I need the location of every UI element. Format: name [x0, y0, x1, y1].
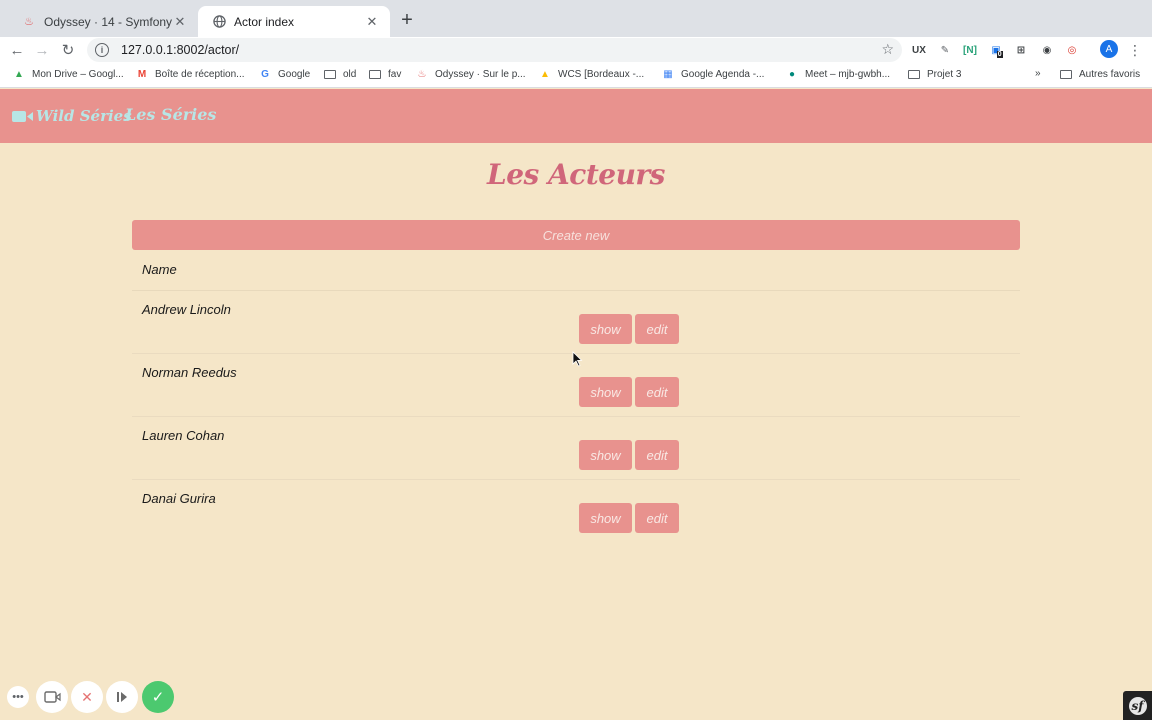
close-tab-icon[interactable]: ✕	[364, 14, 380, 30]
edit-button[interactable]: edit	[635, 377, 679, 407]
bookmark-label: Mon Drive – Googl...	[32, 68, 124, 80]
pen-extension-icon[interactable]: ✎	[936, 41, 954, 59]
bookmark-item[interactable]: old	[323, 68, 356, 80]
mask-extension-icon[interactable]: ◉	[1038, 41, 1056, 59]
actor-name: Lauren Cohan	[142, 428, 225, 443]
bookmark-item[interactable]: fav	[368, 68, 401, 80]
finish-recording-icon[interactable]: ✓	[142, 681, 174, 713]
row-actions: show edit	[579, 314, 679, 344]
bookmark-item[interactable]: ● Meet – mjb-gwbh...	[785, 68, 890, 80]
bookmark-label: old	[343, 68, 357, 80]
odyssey-icon: ♨	[417, 68, 427, 80]
folder-icon	[1059, 68, 1073, 80]
table-row: Danai Gurira show edit	[132, 480, 1020, 543]
show-button[interactable]: show	[579, 377, 632, 407]
bookmark-label: fav	[388, 68, 402, 80]
other-bookmarks[interactable]: Autres favoris	[1059, 68, 1140, 80]
bookmark-star-icon[interactable]: ☆	[881, 41, 894, 58]
site-info-icon[interactable]: i	[95, 43, 109, 57]
brand-link[interactable]: Wild Séries	[12, 107, 132, 125]
n-extension-icon[interactable]: [N]	[961, 41, 979, 59]
profile-avatar[interactable]: A	[1100, 40, 1118, 58]
folder-icon	[323, 68, 337, 80]
mouse-cursor-icon	[572, 351, 583, 367]
cancel-recording-icon[interactable]: ✕	[71, 681, 103, 713]
bookmark-label: Google Agenda -...	[681, 68, 765, 80]
back-icon[interactable]: ←	[7, 40, 27, 60]
bookmark-label: Odyssey · Sur le p...	[435, 68, 526, 80]
new-tab-button[interactable]: +	[396, 9, 418, 31]
nav-link-series[interactable]: Les Séries	[125, 105, 216, 124]
more-menu-icon[interactable]: ⋮	[1128, 40, 1142, 60]
edit-button[interactable]: edit	[635, 440, 679, 470]
actor-name: Norman Reedus	[142, 365, 237, 380]
browser-toolbar: ← → ↻ i 127.0.0.1:8002/actor/ ☆ UX ✎ [N]…	[0, 37, 1152, 63]
bookmark-item[interactable]: ♨ Odyssey · Sur le p...	[415, 68, 526, 80]
reload-icon[interactable]: ↻	[58, 40, 78, 60]
tab-actor-index[interactable]: Actor index ✕	[198, 6, 390, 37]
bookmark-item[interactable]: ▦ Google Agenda -...	[661, 68, 764, 80]
bookmark-item[interactable]: ▲ WCS [Bordeaux -...	[538, 68, 644, 80]
bookmark-item[interactable]: G Google	[258, 68, 310, 80]
address-bar[interactable]: i 127.0.0.1:8002/actor/ ☆	[87, 38, 902, 62]
bookmark-item[interactable]: Projet 3	[907, 68, 961, 80]
symfony-logo-icon: sf	[1128, 696, 1147, 715]
video-camera-icon	[12, 110, 33, 122]
close-tab-icon[interactable]: ✕	[172, 14, 188, 30]
browser-tab-bar: ♨ Odyssey · 14 - Symfony : Doctr ✕ Actor…	[0, 0, 1152, 37]
extension-badge: 0	[996, 50, 1003, 58]
table-row: Andrew Lincoln show edit	[132, 291, 1020, 354]
ux-extension-icon[interactable]: UX	[910, 41, 928, 59]
row-actions: show edit	[579, 503, 679, 533]
resume-icon[interactable]	[106, 681, 138, 713]
bookmarks-bar: ▲ Mon Drive – Googl... M Boîte de récept…	[0, 63, 1152, 88]
symfony-toolbar-toggle[interactable]: sf	[1123, 691, 1152, 720]
bookmarks-overflow[interactable]: »	[1035, 68, 1041, 79]
show-button[interactable]: show	[579, 314, 632, 344]
tab-odyssey[interactable]: ♨ Odyssey · 14 - Symfony : Doctr ✕	[8, 6, 198, 37]
row-actions: show edit	[579, 440, 679, 470]
lock-extension-icon[interactable]: ▣0	[988, 41, 1006, 59]
tab-title: Odyssey · 14 - Symfony : Doctr	[44, 14, 172, 29]
row-actions: show edit	[579, 377, 679, 407]
forward-icon[interactable]: →	[32, 40, 52, 60]
show-button[interactable]: show	[579, 440, 632, 470]
bookmark-label: Meet – mjb-gwbh...	[805, 68, 891, 80]
odyssey-icon: ♨	[24, 16, 34, 28]
grid-extension-icon[interactable]: ⊞	[1012, 41, 1030, 59]
actor-name: Danai Gurira	[142, 491, 216, 506]
bookmark-label: Google	[278, 68, 311, 80]
url-text: 127.0.0.1:8002/actor/	[121, 43, 240, 57]
bookmark-label: Autres favoris	[1079, 68, 1141, 80]
globe-icon	[212, 15, 226, 29]
drive-icon: ▲	[14, 68, 24, 80]
folder-icon	[368, 68, 382, 80]
site-navbar: Wild Séries Les Séries	[0, 89, 1152, 143]
chrome-extension-icon[interactable]: ◎	[1063, 41, 1081, 59]
calendar-icon: ▦	[663, 68, 673, 80]
bookmark-label: WCS [Bordeaux -...	[558, 68, 645, 80]
drive-icon: ▲	[540, 68, 550, 80]
brand-name: Wild Séries	[36, 107, 132, 125]
column-header-name: Name	[132, 250, 1020, 291]
actors-table: Name Andrew Lincoln show edit Norman Ree…	[132, 250, 1020, 543]
actor-name: Andrew Lincoln	[142, 302, 231, 317]
meet-icon: ●	[788, 68, 796, 80]
more-options-icon[interactable]: •••	[7, 686, 29, 708]
tab-title: Actor index	[234, 14, 295, 29]
create-new-button[interactable]: Create new	[132, 220, 1020, 250]
bookmark-label: Projet 3	[927, 68, 962, 80]
table-row: Lauren Cohan show edit	[132, 417, 1020, 480]
bookmark-item[interactable]: M Boîte de réception...	[135, 68, 245, 80]
edit-button[interactable]: edit	[635, 314, 679, 344]
bookmark-item[interactable]: ▲ Mon Drive – Googl...	[12, 68, 124, 80]
show-button[interactable]: show	[579, 503, 632, 533]
bookmark-label: Boîte de réception...	[155, 68, 245, 80]
folder-icon	[907, 68, 921, 80]
gmail-icon: M	[137, 68, 147, 80]
google-icon: G	[261, 68, 269, 80]
page-title: Les Acteurs	[487, 158, 665, 191]
edit-button[interactable]: edit	[635, 503, 679, 533]
camera-toggle-icon[interactable]	[36, 681, 68, 713]
